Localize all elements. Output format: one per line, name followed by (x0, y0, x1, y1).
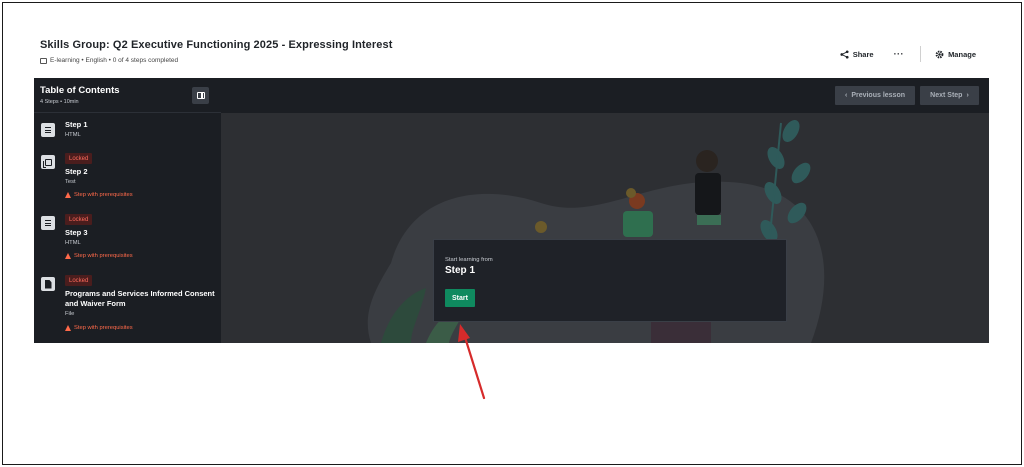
toc-step-1[interactable]: Step 1 HTML (34, 117, 221, 147)
warning-icon (65, 253, 71, 259)
step-name: Step 3 (65, 228, 88, 237)
gear-icon (935, 50, 944, 58)
header-divider (920, 46, 922, 62)
annotation-arrow (458, 324, 486, 400)
previous-lesson-button[interactable]: ‹ Previous lesson (835, 86, 915, 105)
toc-sidebar: Table of Contents 4 Steps • 10min Step 1… (34, 78, 221, 343)
course-meta-text: E-learning • English • 0 of 4 steps comp… (50, 57, 179, 64)
prerequisite-warning: Step with prerequisites (65, 192, 133, 198)
course-title: Skills Group: Q2 Executive Functioning 2… (40, 39, 393, 51)
lesson-stage: Start learning from Step 1 Start (221, 113, 989, 343)
step-name: Step 2 (65, 167, 88, 176)
start-step-name: Step 1 (445, 265, 476, 276)
file-icon (41, 277, 55, 291)
locked-badge: Locked (65, 214, 93, 225)
elearning-icon (40, 57, 47, 64)
chevron-left-icon: ‹ (844, 92, 848, 99)
share-button[interactable]: Share (836, 48, 878, 61)
more-options-button[interactable]: ··· (890, 49, 909, 59)
step-type: Test (65, 179, 76, 185)
header-actions: Share ··· Manage (836, 46, 980, 62)
document-lines-icon (41, 216, 55, 230)
locked-badge: Locked (65, 153, 93, 164)
step-name: Step 1 (65, 120, 88, 129)
toc-step-4[interactable]: Locked Programs and Services Informed Co… (34, 274, 221, 340)
step-type: HTML (65, 132, 81, 138)
start-subtitle: Start learning from (445, 257, 493, 263)
collapse-sidebar-button[interactable] (192, 87, 209, 104)
player-topbar: ‹ Previous lesson Next Step › (221, 78, 989, 113)
step-type: File (65, 311, 75, 317)
prerequisite-label: Step with prerequisites (74, 253, 133, 259)
prerequisite-warning: Step with prerequisites (65, 325, 133, 331)
chevron-right-icon: › (966, 92, 969, 99)
toc-step-2[interactable]: Locked Step 2 Test Step with prerequisit… (34, 152, 221, 207)
step-name: Programs and Services Informed Consent a… (65, 289, 215, 308)
course-player: Table of Contents 4 Steps • 10min Step 1… (34, 78, 989, 343)
prerequisite-label: Step with prerequisites (74, 192, 133, 198)
prerequisite-label: Step with prerequisites (74, 325, 133, 331)
share-label: Share (852, 49, 874, 59)
warning-icon (65, 192, 71, 198)
document-lines-icon (41, 123, 55, 137)
manage-label: Manage (948, 49, 976, 59)
warning-icon (65, 325, 71, 331)
sidebar-toggle-icon (196, 92, 205, 99)
step-type: HTML (65, 240, 81, 246)
toc-meta: 4 Steps • 10min (40, 99, 79, 105)
course-meta: E-learning • English • 0 of 4 steps comp… (40, 57, 178, 64)
next-step-button[interactable]: Next Step › (920, 86, 979, 105)
toc-header: Table of Contents 4 Steps • 10min (34, 78, 221, 113)
toc-step-3[interactable]: Locked Step 3 HTML Step with prerequisit… (34, 213, 221, 268)
manage-button[interactable]: Manage (931, 48, 980, 61)
start-button[interactable]: Start (445, 289, 475, 307)
next-step-label: Next Step (930, 92, 963, 99)
prerequisite-warning: Step with prerequisites (65, 253, 133, 259)
start-learning-card: Start learning from Step 1 Start (433, 239, 787, 322)
previous-lesson-label: Previous lesson (851, 92, 906, 99)
toc-title: Table of Contents (40, 85, 120, 96)
share-icon (840, 49, 849, 59)
locked-badge: Locked (65, 275, 93, 286)
test-stack-icon (41, 155, 55, 169)
